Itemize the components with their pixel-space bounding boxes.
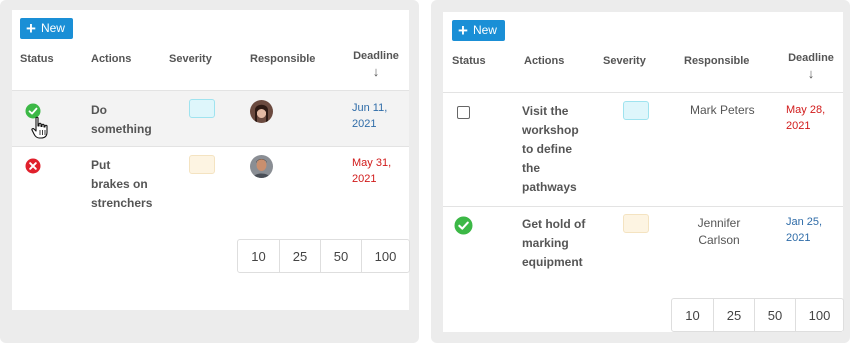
page-size-option-10[interactable]: 10 — [238, 240, 279, 272]
severity-indicator[interactable] — [623, 101, 649, 120]
deadline-date: Jun 11, 2021 — [352, 100, 387, 132]
new-button-label: New — [472, 23, 497, 37]
header-severity[interactable]: Severity — [603, 55, 646, 67]
page-size-option-50[interactable]: 50 — [320, 240, 361, 272]
page-size-selector: 10 25 50 100 — [671, 298, 844, 332]
deadline-date-line: May 31, — [352, 157, 392, 169]
table-row[interactable]: Put brakes on strenchers May 31, 2021 — [12, 146, 409, 226]
header-deadline[interactable]: Deadline ↓ — [785, 52, 837, 81]
man-avatar-icon — [250, 155, 273, 178]
action-text[interactable]: Do something — [91, 101, 152, 139]
header-deadline-label: Deadline — [788, 52, 834, 64]
avatar[interactable] — [250, 100, 273, 123]
responsible-name-line: Jennifer — [697, 216, 741, 230]
page-size-selector: 10 25 50 100 — [237, 239, 410, 273]
action-text[interactable]: Visit the workshop to define the pathway… — [522, 102, 579, 197]
deadline-date: May 28, 2021 — [786, 102, 825, 134]
action-line: workshop — [522, 123, 579, 137]
deadline-date: May 31, 2021 — [352, 155, 391, 187]
severity-indicator[interactable] — [189, 99, 215, 118]
header-deadline-label: Deadline — [353, 50, 399, 62]
deadline-date-line: Jan 25, — [786, 216, 823, 228]
action-line: Do — [91, 103, 107, 117]
deadline-date-line: 2021 — [786, 120, 811, 132]
page-size-option-10[interactable]: 10 — [672, 299, 713, 331]
table-row[interactable]: Do something Jun 11, 2021 — [12, 90, 409, 146]
deadline-date-line: 2021 — [352, 118, 377, 130]
deadline-date: Jan 25, 2021 — [786, 214, 822, 246]
deadline-date-line: May 28, — [786, 104, 826, 116]
header-deadline[interactable]: Deadline ↓ — [350, 50, 402, 79]
responsible-name: Mark Peters — [690, 102, 755, 119]
header-actions[interactable]: Actions — [524, 55, 564, 67]
action-line: equipment — [522, 255, 583, 269]
action-line: the — [522, 161, 540, 175]
action-line: marking — [522, 236, 569, 250]
header-status[interactable]: Status — [452, 55, 486, 67]
header-responsible[interactable]: Responsible — [684, 55, 749, 67]
action-line: strenchers — [91, 196, 153, 210]
new-button-label: New — [40, 21, 65, 35]
action-line: Put — [91, 158, 111, 172]
page-size-option-100[interactable]: 100 — [795, 299, 843, 331]
action-line: pathways — [522, 180, 577, 194]
left-task-card: + New Status Actions Severity Responsibl… — [12, 10, 410, 310]
new-button[interactable]: + New — [20, 18, 73, 39]
responsible-name: Jennifer Carlson — [684, 215, 754, 249]
deadline-date-line: 2021 — [786, 232, 811, 244]
deadline-date-line: Jun 11, — [352, 102, 388, 114]
new-button[interactable]: + New — [452, 20, 505, 41]
plus-icon: + — [458, 21, 468, 40]
action-line: Get hold of — [522, 217, 586, 231]
page-size-option-25[interactable]: 25 — [279, 240, 320, 272]
responsible-name-line: Carlson — [698, 233, 740, 247]
sort-down-arrow-icon: ↓ — [807, 66, 815, 81]
header-actions[interactable]: Actions — [91, 53, 131, 65]
header-responsible[interactable]: Responsible — [250, 53, 315, 65]
right-task-card: + New Status Actions Severity Responsibl… — [443, 12, 844, 332]
page-size-option-50[interactable]: 50 — [754, 299, 795, 331]
plus-icon: + — [26, 19, 36, 38]
hand-pointer-cursor-icon — [31, 116, 48, 139]
page-size-option-100[interactable]: 100 — [361, 240, 409, 272]
sort-down-arrow-icon: ↓ — [372, 64, 380, 79]
action-text[interactable]: Get hold of marking equipment — [522, 215, 585, 272]
action-line: Visit the — [522, 104, 569, 118]
severity-indicator[interactable] — [623, 214, 649, 233]
status-checkbox[interactable] — [457, 106, 470, 119]
header-status[interactable]: Status — [20, 53, 54, 65]
header-severity[interactable]: Severity — [169, 53, 212, 65]
deadline-date-line: 2021 — [352, 173, 377, 185]
table-row[interactable]: Visit the workshop to define the pathway… — [443, 92, 843, 206]
action-line: to define — [522, 142, 572, 156]
action-line: brakes on — [91, 177, 148, 191]
done-check-icon[interactable] — [454, 216, 473, 235]
responsible-name-line: Mark Peters — [690, 103, 755, 117]
table-row[interactable]: Get hold of marking equipment Jennifer C… — [443, 206, 843, 292]
page-size-option-25[interactable]: 25 — [713, 299, 754, 331]
failed-x-icon[interactable] — [25, 158, 41, 174]
action-line: something — [91, 122, 152, 136]
severity-indicator[interactable] — [189, 155, 215, 174]
avatar[interactable] — [250, 155, 273, 178]
action-text[interactable]: Put brakes on strenchers — [91, 156, 152, 213]
woman-avatar-icon — [250, 100, 273, 123]
